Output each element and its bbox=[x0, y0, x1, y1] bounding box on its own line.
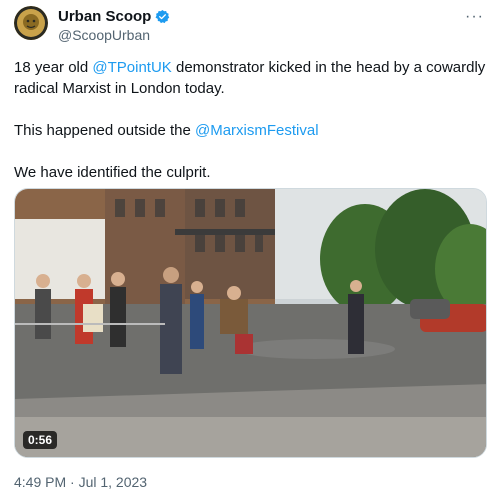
tweet-timestamp[interactable]: 4:49 PM · Jul 1, 2023 bbox=[14, 474, 147, 490]
mention-link-marxismfestival[interactable]: @MarxismFestival bbox=[195, 122, 319, 139]
author-handle[interactable]: @ScoopUrban bbox=[58, 27, 170, 43]
mention-link-tpointuk[interactable]: @TPointUK bbox=[92, 59, 171, 76]
display-name[interactable]: Urban Scoop bbox=[58, 8, 151, 25]
tweet-text: 18 year old @TPointUK demonstrator kicke… bbox=[14, 57, 486, 183]
verified-badge-icon bbox=[155, 9, 170, 24]
avatar[interactable] bbox=[14, 6, 48, 40]
video-player[interactable]: 0:56 bbox=[14, 188, 487, 458]
more-options-icon[interactable]: ··· bbox=[465, 8, 484, 26]
tweet-text-segment: This happened outside the bbox=[14, 122, 195, 139]
tweet-line-2: This happened outside the @MarxismFestiv… bbox=[14, 120, 486, 141]
tweet-line-3: We have identified the culprit. bbox=[14, 164, 211, 181]
video-duration: 0:56 bbox=[23, 431, 58, 449]
tweet-text-segment: 18 year old bbox=[14, 59, 93, 76]
tweet-header: Urban Scoop @ScoopUrban ··· bbox=[14, 6, 486, 46]
lion-avatar-icon bbox=[14, 6, 48, 40]
video-thumbnail bbox=[15, 189, 486, 457]
tweet-line-1: 18 year old @TPointUK demonstrator kicke… bbox=[14, 57, 486, 99]
